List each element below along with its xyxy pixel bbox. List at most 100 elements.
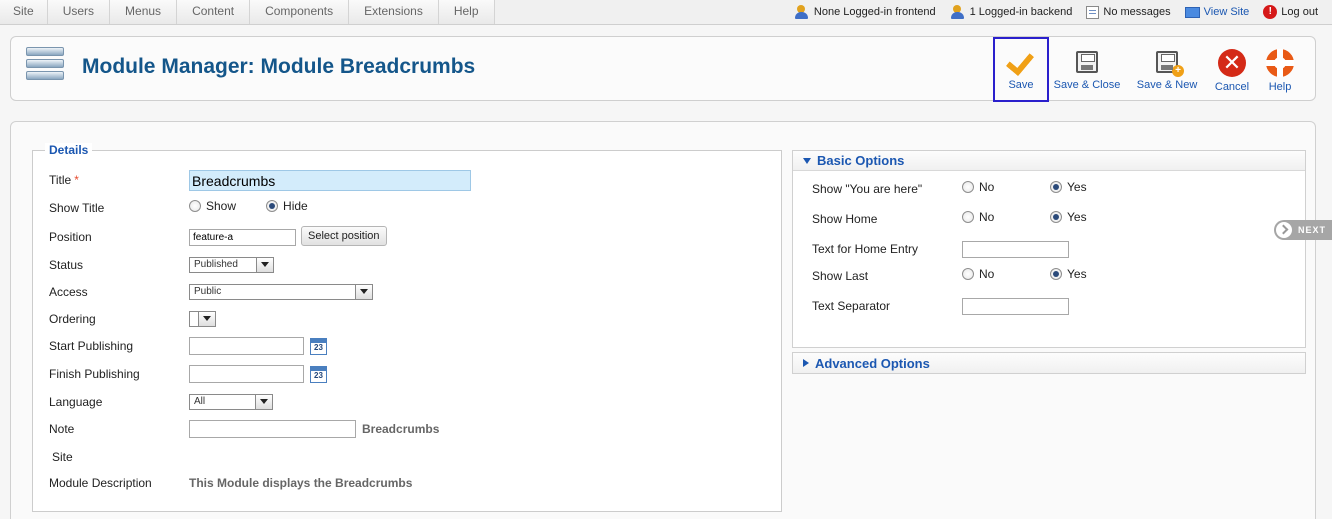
basic-options-header[interactable]: Basic Options — [793, 151, 1305, 171]
logout-link[interactable]: ! Log out — [1263, 5, 1318, 19]
module-description-label: Module Description — [49, 476, 152, 490]
yes-radio[interactable] — [1050, 181, 1062, 193]
monitor-icon — [1184, 6, 1200, 18]
title-label: Title * — [49, 173, 79, 187]
finish-publishing-row: Finish Publishing 23 — [49, 364, 769, 384]
save-new-label: Save & New — [1136, 79, 1198, 91]
position-row: Position Select position — [49, 226, 769, 247]
toolbar: Save Save & Close + Save & New ✕ Cancel … — [993, 37, 1305, 102]
menu-item-site[interactable]: Site — [0, 0, 48, 24]
status-select[interactable]: Published — [189, 257, 274, 273]
cancel-x-icon: ✕ — [1218, 49, 1246, 77]
save-button[interactable]: Save — [993, 37, 1049, 102]
save-label: Save — [1008, 79, 1034, 91]
calendar-icon[interactable]: 23 — [310, 338, 327, 355]
calendar-icon[interactable]: 23 — [310, 366, 327, 383]
site-label: Site — [52, 450, 73, 464]
select-position-button[interactable]: Select position — [301, 226, 387, 246]
details-fieldset: Details Title* Show Title Show Hide Posi… — [32, 143, 782, 512]
hide-radio[interactable] — [266, 200, 279, 212]
logout-label: Log out — [1281, 6, 1318, 18]
note-input[interactable] — [189, 420, 356, 438]
show-here-row: Show "You are here" No Yes — [812, 179, 1292, 199]
show-radio[interactable] — [189, 200, 201, 212]
menu-item-help[interactable]: Help — [438, 0, 495, 24]
help-button[interactable]: Help — [1255, 37, 1305, 102]
backend-users-status: 1 Logged-in backend — [950, 5, 1073, 19]
advanced-options-header[interactable]: Advanced Options — [792, 352, 1306, 374]
menu-item-menus[interactable]: Menus — [110, 0, 178, 24]
status-label: Status — [49, 258, 84, 272]
cancel-label: Cancel — [1214, 81, 1250, 93]
message-icon — [1086, 5, 1100, 19]
show-title-row: Show Title Show Hide — [49, 198, 769, 218]
show-here-no-option[interactable]: No — [962, 180, 994, 194]
start-publishing-input[interactable] — [189, 337, 304, 355]
status-bar: None Logged-in frontend 1 Logged-in back… — [794, 0, 1318, 24]
start-publishing-label: Start Publishing — [49, 339, 134, 353]
no-radio[interactable] — [962, 181, 974, 193]
show-last-no-option[interactable]: No — [962, 267, 994, 281]
show-title-hide-option[interactable]: Hide — [266, 199, 308, 213]
module-description-value: This Module displays the Breadcrumbs — [189, 476, 413, 490]
show-title-options: Show Hide — [189, 199, 308, 213]
finish-publishing-input[interactable] — [189, 365, 304, 383]
save-new-button[interactable]: + Save & New — [1125, 37, 1209, 102]
language-label: Language — [49, 395, 103, 409]
separator-row: Text Separator — [812, 296, 1292, 316]
messages-label: No messages — [1103, 6, 1171, 18]
menu-item-components[interactable]: Components — [250, 0, 350, 24]
title-input[interactable] — [189, 170, 471, 191]
yes-radio[interactable] — [1050, 211, 1062, 223]
show-title-show-option[interactable]: Show — [189, 199, 236, 213]
show-home-no-option[interactable]: No — [962, 210, 994, 224]
position-input[interactable] — [189, 229, 296, 246]
show-last-row: Show Last No Yes — [812, 266, 1292, 286]
access-row: Access Public — [49, 282, 769, 302]
yes-radio[interactable] — [1050, 268, 1062, 280]
home-text-row: Text for Home Entry — [812, 239, 1292, 259]
view-site-link[interactable]: View Site — [1184, 6, 1249, 18]
ordering-select[interactable] — [189, 311, 216, 327]
help-label: Help — [1268, 81, 1292, 93]
chevron-down-icon — [198, 312, 215, 326]
ordering-row: Ordering — [49, 309, 769, 329]
lifebuoy-icon — [1266, 49, 1294, 77]
chevron-right-icon — [1276, 222, 1292, 238]
module-manager-icon — [26, 47, 64, 87]
backend-users-label: 1 Logged-in backend — [969, 6, 1073, 18]
show-here-yes-option[interactable]: Yes — [1050, 180, 1087, 194]
show-title-label: Show Title — [49, 201, 105, 215]
frontend-users-label: None Logged-in frontend — [813, 6, 936, 18]
menu-item-content[interactable]: Content — [177, 0, 251, 24]
home-text-label: Text for Home Entry — [812, 242, 919, 256]
cancel-button[interactable]: ✕ Cancel — [1209, 37, 1255, 102]
separator-input[interactable] — [962, 298, 1069, 315]
no-radio[interactable] — [962, 268, 974, 280]
access-select[interactable]: Public — [189, 284, 373, 300]
next-tab[interactable]: NEXT — [1274, 220, 1332, 240]
show-home-label: Show Home — [812, 212, 878, 226]
status-row: Status Published — [49, 255, 769, 275]
home-text-input[interactable] — [962, 241, 1069, 258]
save-close-label: Save & Close — [1053, 79, 1121, 91]
show-home-yes-option[interactable]: Yes — [1050, 210, 1087, 224]
details-legend: Details — [45, 143, 93, 157]
menu-item-extensions[interactable]: Extensions — [349, 0, 439, 24]
main-menu: Site Users Menus Content Components Exte… — [0, 0, 495, 24]
top-menu-bar: Site Users Menus Content Components Exte… — [0, 0, 1332, 25]
site-row: Site — [49, 447, 769, 467]
page-title: Module Manager: Module Breadcrumbs — [82, 55, 476, 78]
menu-item-users[interactable]: Users — [47, 0, 111, 24]
save-close-button[interactable]: Save & Close — [1049, 37, 1125, 102]
language-select[interactable]: All — [189, 394, 273, 410]
show-home-row: Show Home No Yes — [812, 209, 1292, 229]
show-last-label: Show Last — [812, 269, 869, 283]
chevron-down-icon — [256, 258, 273, 272]
show-here-label: Show "You are here" — [812, 182, 923, 196]
show-last-yes-option[interactable]: Yes — [1050, 267, 1087, 281]
no-radio[interactable] — [962, 211, 974, 223]
checkmark-icon — [1006, 49, 1036, 75]
chevron-down-icon — [355, 285, 372, 299]
messages-status[interactable]: No messages — [1086, 5, 1171, 19]
